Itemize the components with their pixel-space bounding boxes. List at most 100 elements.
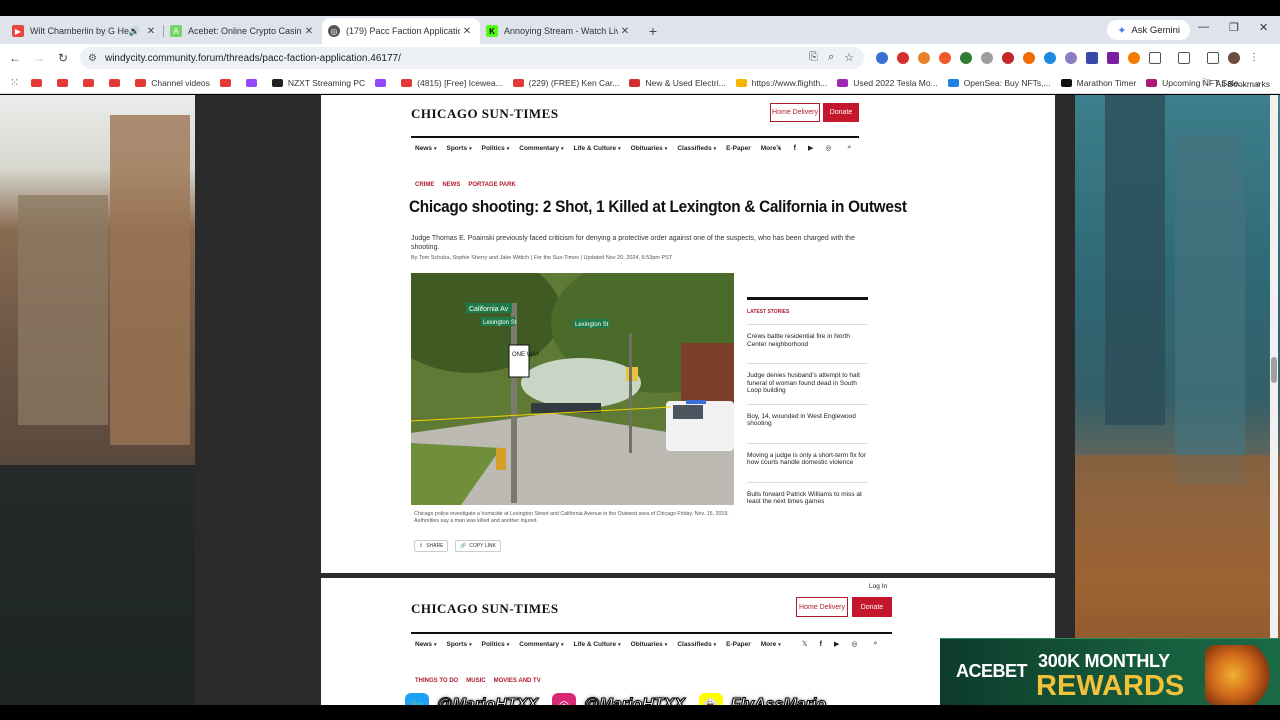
minimize-icon[interactable]: — — [1198, 21, 1209, 33]
extension-icon[interactable] — [1107, 52, 1119, 64]
apps-grid-icon[interactable]: ⁙ — [10, 76, 19, 89]
search-icon[interactable]: ⌕ — [847, 144, 851, 152]
extension-icon[interactable] — [897, 52, 909, 64]
tag-link[interactable]: MUSIC — [466, 678, 485, 684]
search-icon[interactable]: ⌕ — [873, 640, 877, 648]
nav-item[interactable]: Sports ▾ — [447, 641, 472, 648]
extension-icon[interactable] — [1044, 52, 1056, 64]
extension-icon[interactable] — [1002, 52, 1014, 64]
x-twitter-icon[interactable]: 𝕏 — [776, 144, 782, 152]
page-scrollbar[interactable] — [1270, 95, 1278, 705]
bookmark-item[interactable] — [57, 78, 73, 87]
bookmark-item[interactable]: Channel videos — [135, 78, 210, 88]
back-icon[interactable]: ← — [4, 51, 26, 65]
tag-link[interactable]: NEWS — [442, 182, 460, 188]
forward-icon[interactable]: → — [28, 51, 50, 65]
tab-wilt-chamberlin[interactable]: ▶ Wilt Chamberlin by G Herbo 🔊 ✕ — [6, 18, 164, 44]
bookmark-item[interactable]: NZXT Streaming PC — [271, 78, 365, 88]
close-window-icon[interactable]: ✕ — [1259, 21, 1268, 34]
home-delivery-button[interactable]: Home Delivery — [770, 103, 820, 122]
facebook-icon[interactable]: f — [820, 641, 822, 648]
new-tab-button[interactable]: + — [642, 20, 664, 42]
youtube-icon[interactable]: ▶ — [834, 640, 839, 648]
bookmark-item[interactable]: Used 2022 Tesla Mo... — [837, 78, 938, 88]
youtube-icon[interactable]: ▶ — [808, 144, 813, 152]
tag-link[interactable]: MOVIES AND TV — [494, 678, 541, 684]
side-panel-icon[interactable] — [1178, 52, 1190, 64]
bookmark-item[interactable] — [245, 78, 262, 87]
close-tab-icon[interactable]: ✕ — [618, 26, 632, 37]
latest-story-link[interactable]: Judge denies husband's attempt to halt f… — [747, 363, 868, 395]
sun-times-logo[interactable]: CHICAGO SUN-TIMES — [411, 106, 559, 122]
home-delivery-button[interactable]: Home Delivery — [796, 597, 848, 617]
bookmark-item[interactable]: OpenSea: Buy NFTs,... — [947, 78, 1051, 88]
instagram-icon[interactable]: ◎ — [851, 640, 857, 648]
bookmark-star-icon[interactable]: ☆ — [844, 51, 854, 64]
nav-item[interactable]: Life & Culture ▾ — [574, 641, 621, 648]
latest-story-link[interactable]: Boy, 14, wounded in West Englewood shoot… — [747, 403, 868, 434]
bookmark-item[interactable] — [219, 78, 236, 87]
extension-icon[interactable] — [1086, 52, 1098, 64]
tab-pacc-faction[interactable]: ◎ (179) Pacc Faction Application | ✕ — [322, 18, 480, 44]
all-bookmarks-button[interactable]: 🗀 All Bookmarks — [1202, 77, 1270, 91]
ask-gemini-button[interactable]: ✦ Ask Gemini — [1107, 20, 1190, 40]
site-info-icon[interactable]: ⚙ — [88, 53, 97, 64]
nav-item[interactable]: E-Paper — [726, 145, 751, 152]
extension-icon[interactable] — [1023, 52, 1035, 64]
facebook-icon[interactable]: f — [794, 145, 796, 152]
nav-item[interactable]: Politics ▾ — [482, 145, 510, 152]
nav-item[interactable]: Classifieds ▾ — [677, 641, 716, 648]
donate-button[interactable]: Donate — [823, 103, 859, 122]
sun-times-logo[interactable]: CHICAGO SUN-TIMES — [411, 601, 559, 617]
bookmark-item[interactable] — [109, 78, 125, 87]
extension-icon[interactable] — [960, 52, 972, 64]
latest-story-link[interactable]: Crews battle residential fire in North C… — [747, 324, 868, 354]
close-tab-icon[interactable]: ✕ — [302, 26, 316, 37]
extension-icon[interactable] — [1128, 52, 1140, 64]
nav-item[interactable]: Commentary ▾ — [519, 641, 563, 648]
nav-item[interactable]: Obituaries ▾ — [631, 641, 668, 648]
install-app-icon[interactable]: ⎘ — [809, 51, 818, 64]
reload-icon[interactable]: ↻ — [52, 51, 74, 65]
extension-icon[interactable] — [1065, 52, 1077, 64]
close-tab-icon[interactable]: ✕ — [144, 26, 158, 37]
bookmark-item[interactable]: Marathon Timer — [1060, 78, 1136, 88]
metamask-icon[interactable] — [918, 52, 930, 64]
nav-item[interactable]: More ▾ — [761, 641, 781, 648]
bookmark-item[interactable]: (229) (FREE) Ken Car... — [512, 78, 619, 88]
nav-item[interactable]: Life & Culture ▾ — [574, 145, 621, 152]
close-tab-icon[interactable]: ✕ — [460, 26, 474, 37]
tab-acebet[interactable]: A Acebet: Online Crypto Casino & ✕ — [164, 18, 322, 44]
restore-icon[interactable]: ❐ — [1229, 21, 1239, 34]
tag-link[interactable]: PORTAGE PARK — [468, 182, 515, 188]
extension-icon[interactable] — [981, 52, 993, 64]
nav-item[interactable]: Commentary ▾ — [519, 145, 563, 152]
scrollbar-thumb[interactable] — [1271, 357, 1277, 383]
copy-link-button[interactable]: 🔗 COPY LINK — [455, 540, 501, 552]
nav-item[interactable]: Politics ▾ — [482, 641, 510, 648]
extensions-puzzle-icon[interactable] — [1149, 52, 1161, 64]
bookmark-item[interactable] — [375, 78, 391, 87]
menu-dots-icon[interactable]: ⋮ — [1249, 52, 1259, 64]
tab-annoying-stream[interactable]: K Annoying Stream - Watch Live o ✕ — [480, 18, 638, 44]
profile-avatar[interactable] — [1228, 52, 1240, 64]
latest-story-link[interactable]: Bulls forward Patrick Williams to miss a… — [747, 481, 868, 512]
nav-item[interactable]: E-Paper — [726, 641, 751, 648]
media-control-icon[interactable] — [1207, 52, 1219, 64]
nav-item[interactable]: Classifieds ▾ — [677, 145, 716, 152]
bookmark-item[interactable]: (4815) [Free] Icewea... — [401, 78, 503, 88]
bookmark-item[interactable] — [83, 78, 99, 87]
nav-item[interactable]: News ▾ — [415, 641, 437, 648]
address-bar[interactable]: ⚙ windycity.community.forum/threads/pacc… — [80, 47, 864, 69]
x-twitter-icon[interactable]: 𝕏 — [802, 640, 808, 648]
extension-icon[interactable] — [876, 52, 888, 64]
zoom-icon[interactable]: ⌕ — [828, 51, 834, 64]
bookmark-item[interactable]: https://www.flighth... — [735, 78, 827, 88]
login-link[interactable]: Log In — [869, 583, 887, 590]
tag-link[interactable]: CRIME — [415, 182, 434, 188]
instagram-icon[interactable]: ◎ — [825, 144, 831, 152]
latest-story-link[interactable]: Moving a judge is only a short-term fix … — [747, 442, 868, 473]
tag-link[interactable]: THINGS TO DO — [415, 678, 458, 684]
donate-button[interactable]: Donate — [852, 597, 892, 617]
nav-item[interactable]: Obituaries ▾ — [631, 145, 668, 152]
